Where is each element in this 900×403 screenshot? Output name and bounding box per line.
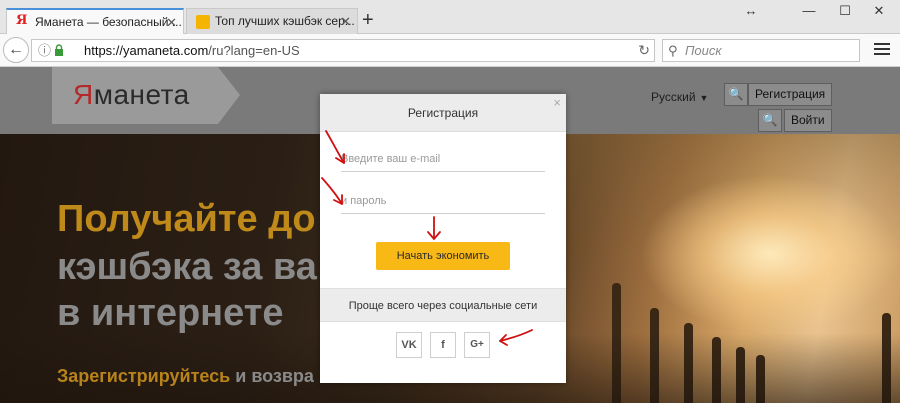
new-tab-button[interactable]: +: [362, 9, 374, 31]
url-path: /ru?lang=en-US: [208, 43, 300, 58]
maximize-button[interactable]: ☐: [830, 3, 860, 19]
yamaneta-favicon-icon: Я: [16, 13, 28, 28]
google-plus-icon[interactable]: G+: [464, 332, 490, 358]
modal-title: Регистрация: [320, 94, 566, 132]
info-icon[interactable]: ⓘ: [38, 40, 51, 61]
search-icon: ⚲: [668, 43, 678, 58]
search-placeholder: Поиск: [685, 43, 722, 58]
minimize-button[interactable]: —: [794, 3, 824, 18]
close-window-button[interactable]: ✕: [864, 3, 894, 19]
search-input[interactable]: ⚲ Поиск: [662, 39, 860, 62]
url-host: https://yamaneta.com: [84, 43, 209, 58]
password-field[interactable]: [341, 188, 545, 214]
navigation-bar: ← ⓘ https://yamaneta.com/ru?lang=en-US ↻…: [0, 34, 900, 67]
page-content: Получайте до кэшбэка за ва в интернете З…: [0, 67, 900, 403]
close-icon[interactable]: ×: [553, 95, 561, 111]
back-button[interactable]: ←: [3, 37, 29, 63]
facebook-icon[interactable]: f: [430, 332, 456, 358]
tab-title: Яманета — безопасный ...: [35, 15, 182, 29]
tab-close-icon[interactable]: ✕: [166, 10, 177, 35]
social-heading: Проще всего через социальные сети: [320, 288, 566, 322]
registration-modal: Регистрация × Начать экономить Проще все…: [320, 94, 566, 383]
resize-icon[interactable]: ↔: [736, 3, 766, 18]
tab-title: Топ лучших кэшбэк сер...: [215, 14, 355, 28]
start-saving-button[interactable]: Начать экономить: [376, 242, 510, 270]
lock-favicon-icon: [196, 15, 210, 29]
tab-top-cashback[interactable]: Топ лучших кэшбэк сер... ✕: [186, 8, 358, 34]
lock-icon: [55, 44, 63, 56]
tab-yamaneta[interactable]: Я Яманета — безопасный ... ✕: [6, 8, 184, 35]
address-bar[interactable]: ⓘ https://yamaneta.com/ru?lang=en-US ↻: [31, 39, 655, 62]
reload-icon[interactable]: ↻: [638, 40, 650, 61]
hamburger-menu-icon[interactable]: [870, 40, 894, 60]
tab-close-icon[interactable]: ✕: [340, 9, 351, 34]
vk-icon[interactable]: VK: [396, 332, 422, 358]
tab-bar: Я Яманета — безопасный ... ✕ Топ лучших …: [0, 0, 900, 35]
email-field[interactable]: [341, 146, 545, 172]
